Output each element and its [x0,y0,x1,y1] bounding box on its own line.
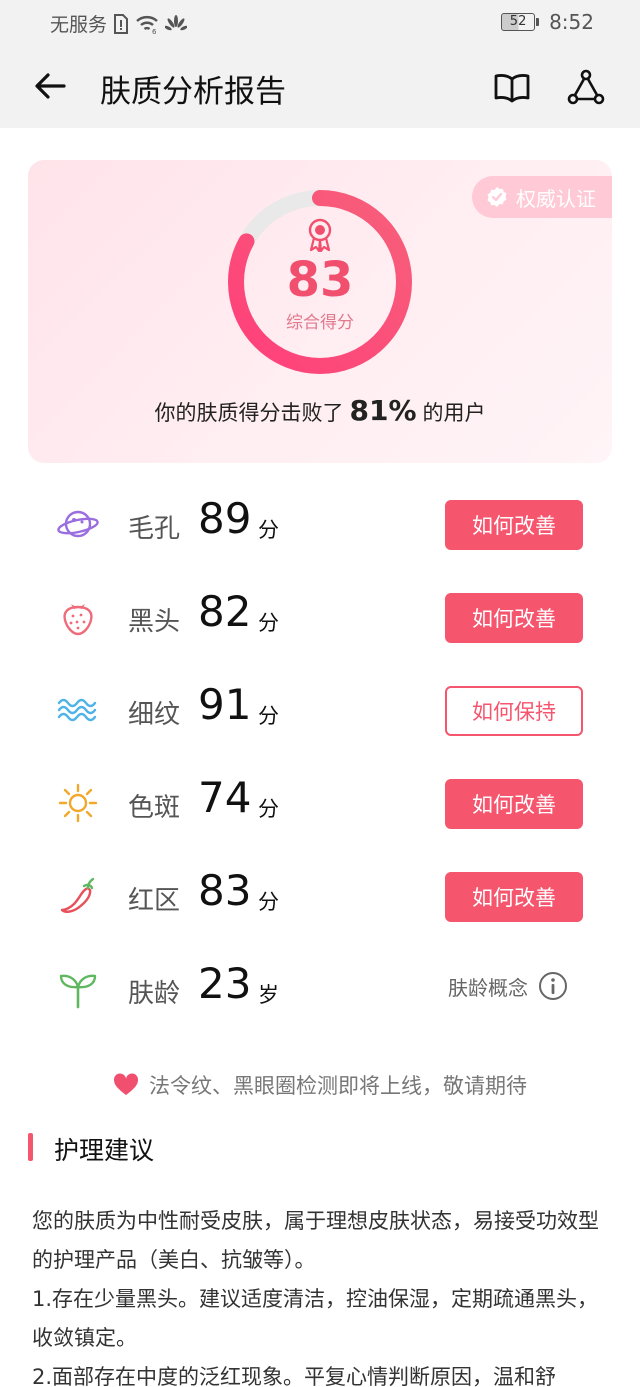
status-left: 无服务 6 [50,10,188,37]
strawberry-icon [63,604,93,636]
wave-icon [57,698,97,722]
section-accent-bar [28,1133,33,1161]
coming-soon-notice: 法令纹、黑眼圈检测即将上线，敬请期待 [0,1070,640,1100]
guide-book-button[interactable] [490,66,534,110]
back-button[interactable] [28,64,72,108]
clock: 8:52 [549,10,594,34]
sim-alert-icon [114,13,129,34]
ranking-percent: 81% [349,394,417,427]
metric-unit: 岁 [258,983,279,1007]
certification-label: 权威认证 [516,186,596,211]
metric-row-spots: 色斑 74 分 如何改善 [0,757,640,850]
advice-paragraph: 2.面部存在中度的泛红现象。平复心情判断原因，温和舒 [32,1365,557,1387]
metric-unit: 分 [258,890,279,914]
metric-unit: 分 [258,797,279,821]
improve-pores-button[interactable]: 如何改善 [445,500,583,550]
metric-unit: 分 [258,518,279,542]
metric-value: 83 [198,866,252,915]
status-right: 52 8:52 [501,10,594,34]
huawei-logo-icon [165,14,188,30]
improve-redness-button[interactable]: 如何改善 [445,872,583,922]
metric-value: 91 [198,680,252,729]
verified-icon [487,187,507,207]
advice-paragraph: 1.存在少量黑头。建议适度清洁，控油保湿，定期疏通黑头，收敛镇定。 [32,1287,599,1350]
score-card: 权威认证 83 综合得分 你的肤质得分击败了 81% 的用户 [28,160,612,463]
metric-name: 肤龄 [128,979,181,1009]
metric-name: 红区 [128,886,181,916]
metric-value: 74 [198,773,252,822]
sun-icon [58,783,98,823]
certification-badge[interactable]: 权威认证 [472,176,612,218]
heart-icon [113,1073,139,1095]
skin-age-concept-label: 肤龄概念 [448,975,528,1000]
metric-row-redness: 红区 83 分 如何改善 [0,850,640,943]
share-button[interactable] [564,66,608,110]
metric-name: 毛孔 [128,514,181,544]
metric-value: 23 [198,959,252,1008]
skin-age-concept-link[interactable]: 肤龄概念 [448,971,568,1001]
battery-icon: 52 [501,13,540,31]
sprout-icon [59,974,97,1009]
page-title: 肤质分析报告 [100,74,286,110]
score-ring-content: 83 综合得分 [224,186,416,378]
medal-icon [308,218,332,252]
metric-name: 黑头 [128,607,181,637]
metric-name: 细纹 [128,700,181,730]
chili-icon [60,877,95,913]
improve-blackheads-button[interactable]: 如何改善 [445,593,583,643]
carrier-text: 无服务 [50,14,108,36]
metric-row-wrinkles: 细纹 91 分 如何保持 [0,664,640,757]
ranking-prefix: 你的肤质得分击败了 [154,401,344,425]
overall-score-label: 综合得分 [286,313,354,333]
ranking-suffix: 的用户 [422,401,486,425]
info-icon [539,972,567,1000]
metric-row-skin-age: 肤龄 23 岁 肤龄概念 [0,943,640,1036]
share-icon [567,69,605,105]
improve-spots-button[interactable]: 如何改善 [445,779,583,829]
book-icon [494,74,530,103]
metric-value: 89 [198,494,252,543]
metric-unit: 分 [258,704,279,728]
metric-row-blackheads: 黑头 82 分 如何改善 [0,571,640,664]
wifi-icon: 6 [136,15,158,34]
advice-paragraph: 您的肤质为中性耐受皮肤，属于理想皮肤状态，易接受功效型的护理产品（美白、抗皱等）… [32,1209,599,1272]
metric-unit: 分 [258,611,279,635]
planet-icon [57,510,99,538]
battery-level: 52 [501,13,536,31]
metric-value: 82 [198,587,252,636]
svg-text:6: 6 [152,28,157,34]
ranking-text: 你的肤质得分击败了 81% 的用户 [28,394,612,427]
care-advice-title: 护理建议 [54,1136,155,1165]
back-arrow-icon [35,73,66,99]
maintain-wrinkles-button[interactable]: 如何保持 [445,686,583,736]
app-header: 肤质分析报告 [0,46,640,128]
metric-name: 色斑 [128,793,181,823]
care-advice-body: 您的肤质为中性耐受皮肤，属于理想皮肤状态，易接受功效型的护理产品（美白、抗皱等）… [32,1202,612,1387]
overall-score: 83 [286,252,354,308]
metric-row-pores: 毛孔 89 分 如何改善 [0,478,640,571]
status-bar: 无服务 6 52 8:52 [0,0,640,46]
coming-soon-text: 法令纹、黑眼圈检测即将上线，敬请期待 [149,1074,527,1098]
